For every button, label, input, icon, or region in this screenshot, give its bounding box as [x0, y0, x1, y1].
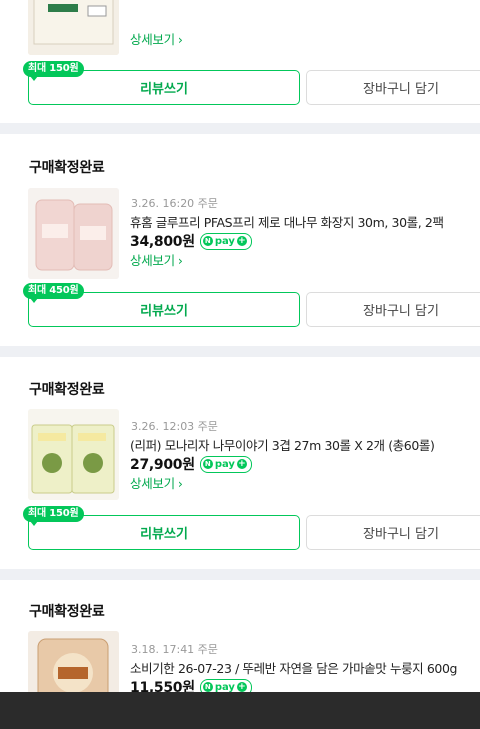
order-date: 3.18. 17:41 주문	[131, 643, 218, 656]
reward-badge: 최대 150원	[23, 61, 84, 81]
product-thumbnail[interactable]	[28, 409, 119, 500]
product-price: 34,800원	[130, 234, 195, 250]
bottom-navigation-bar	[0, 692, 480, 729]
reward-badge: 최대 450원	[23, 283, 84, 303]
product-detail-link[interactable]: 상세보기 ›	[130, 29, 183, 48]
product-detail-link[interactable]: 상세보기 ›	[130, 250, 183, 269]
order-date: 3.26. 16:20 주문	[131, 197, 218, 210]
naver-n-icon: N	[202, 459, 213, 469]
product-name[interactable]: 휴홈 글루프리 PFAS프리 제로 대나무 화장지 30m, 30롤, 2팩	[130, 212, 444, 231]
product-detail-link[interactable]: 상세보기 ›	[130, 473, 183, 492]
npay-badge: Npay +	[199, 455, 252, 473]
order-card: 구매확정완료 3.26. 12:03 주문 (리퍼) 모나리자 나무이야기 3겹…	[0, 357, 480, 569]
order-status: 구매확정완료	[29, 160, 105, 176]
product-thumbnail[interactable]	[28, 188, 119, 279]
product-thumbnail[interactable]	[28, 0, 119, 55]
npay-badge: Npay +	[199, 232, 252, 250]
plus-icon: +	[236, 236, 247, 246]
order-card: 구매확정완료 3.26. 16:20 주문 휴홈 글루프리 PFAS프리 제로 …	[0, 134, 480, 346]
product-price: 27,900원	[130, 457, 195, 473]
add-to-cart-button[interactable]: 장바구니 담기	[306, 515, 480, 550]
chevron-right-icon: ›	[177, 32, 183, 47]
chevron-right-icon: ›	[177, 476, 183, 491]
price-row: 34,800원 Npay +	[130, 231, 252, 251]
product-name[interactable]: (리퍼) 모나리자 나무이야기 3겹 27m 30롤 X 2개 (총60롤)	[130, 435, 435, 454]
add-to-cart-button[interactable]: 장바구니 담기	[306, 70, 480, 105]
reward-badge: 최대 150원	[23, 506, 84, 526]
order-date: 3.26. 12:03 주문	[131, 420, 218, 433]
product-name[interactable]: 소비기한 26-07-23 / 뚜레반 자연을 담은 가마솥맛 누룽지 600g	[130, 658, 457, 677]
price-row: 27,900원 Npay +	[130, 454, 252, 474]
order-status: 구매확정완료	[29, 604, 105, 620]
add-to-cart-button[interactable]: 장바구니 담기	[306, 292, 480, 327]
naver-n-icon: N	[202, 682, 213, 692]
chevron-right-icon: ›	[177, 253, 183, 268]
plus-icon: +	[236, 682, 247, 692]
order-status: 구매확정완료	[29, 382, 105, 398]
order-card: 상세보기 › 최대 150원 리뷰쓰기 장바구니 담기	[0, 0, 480, 123]
plus-icon: +	[236, 459, 247, 469]
naver-n-icon: N	[202, 236, 213, 246]
